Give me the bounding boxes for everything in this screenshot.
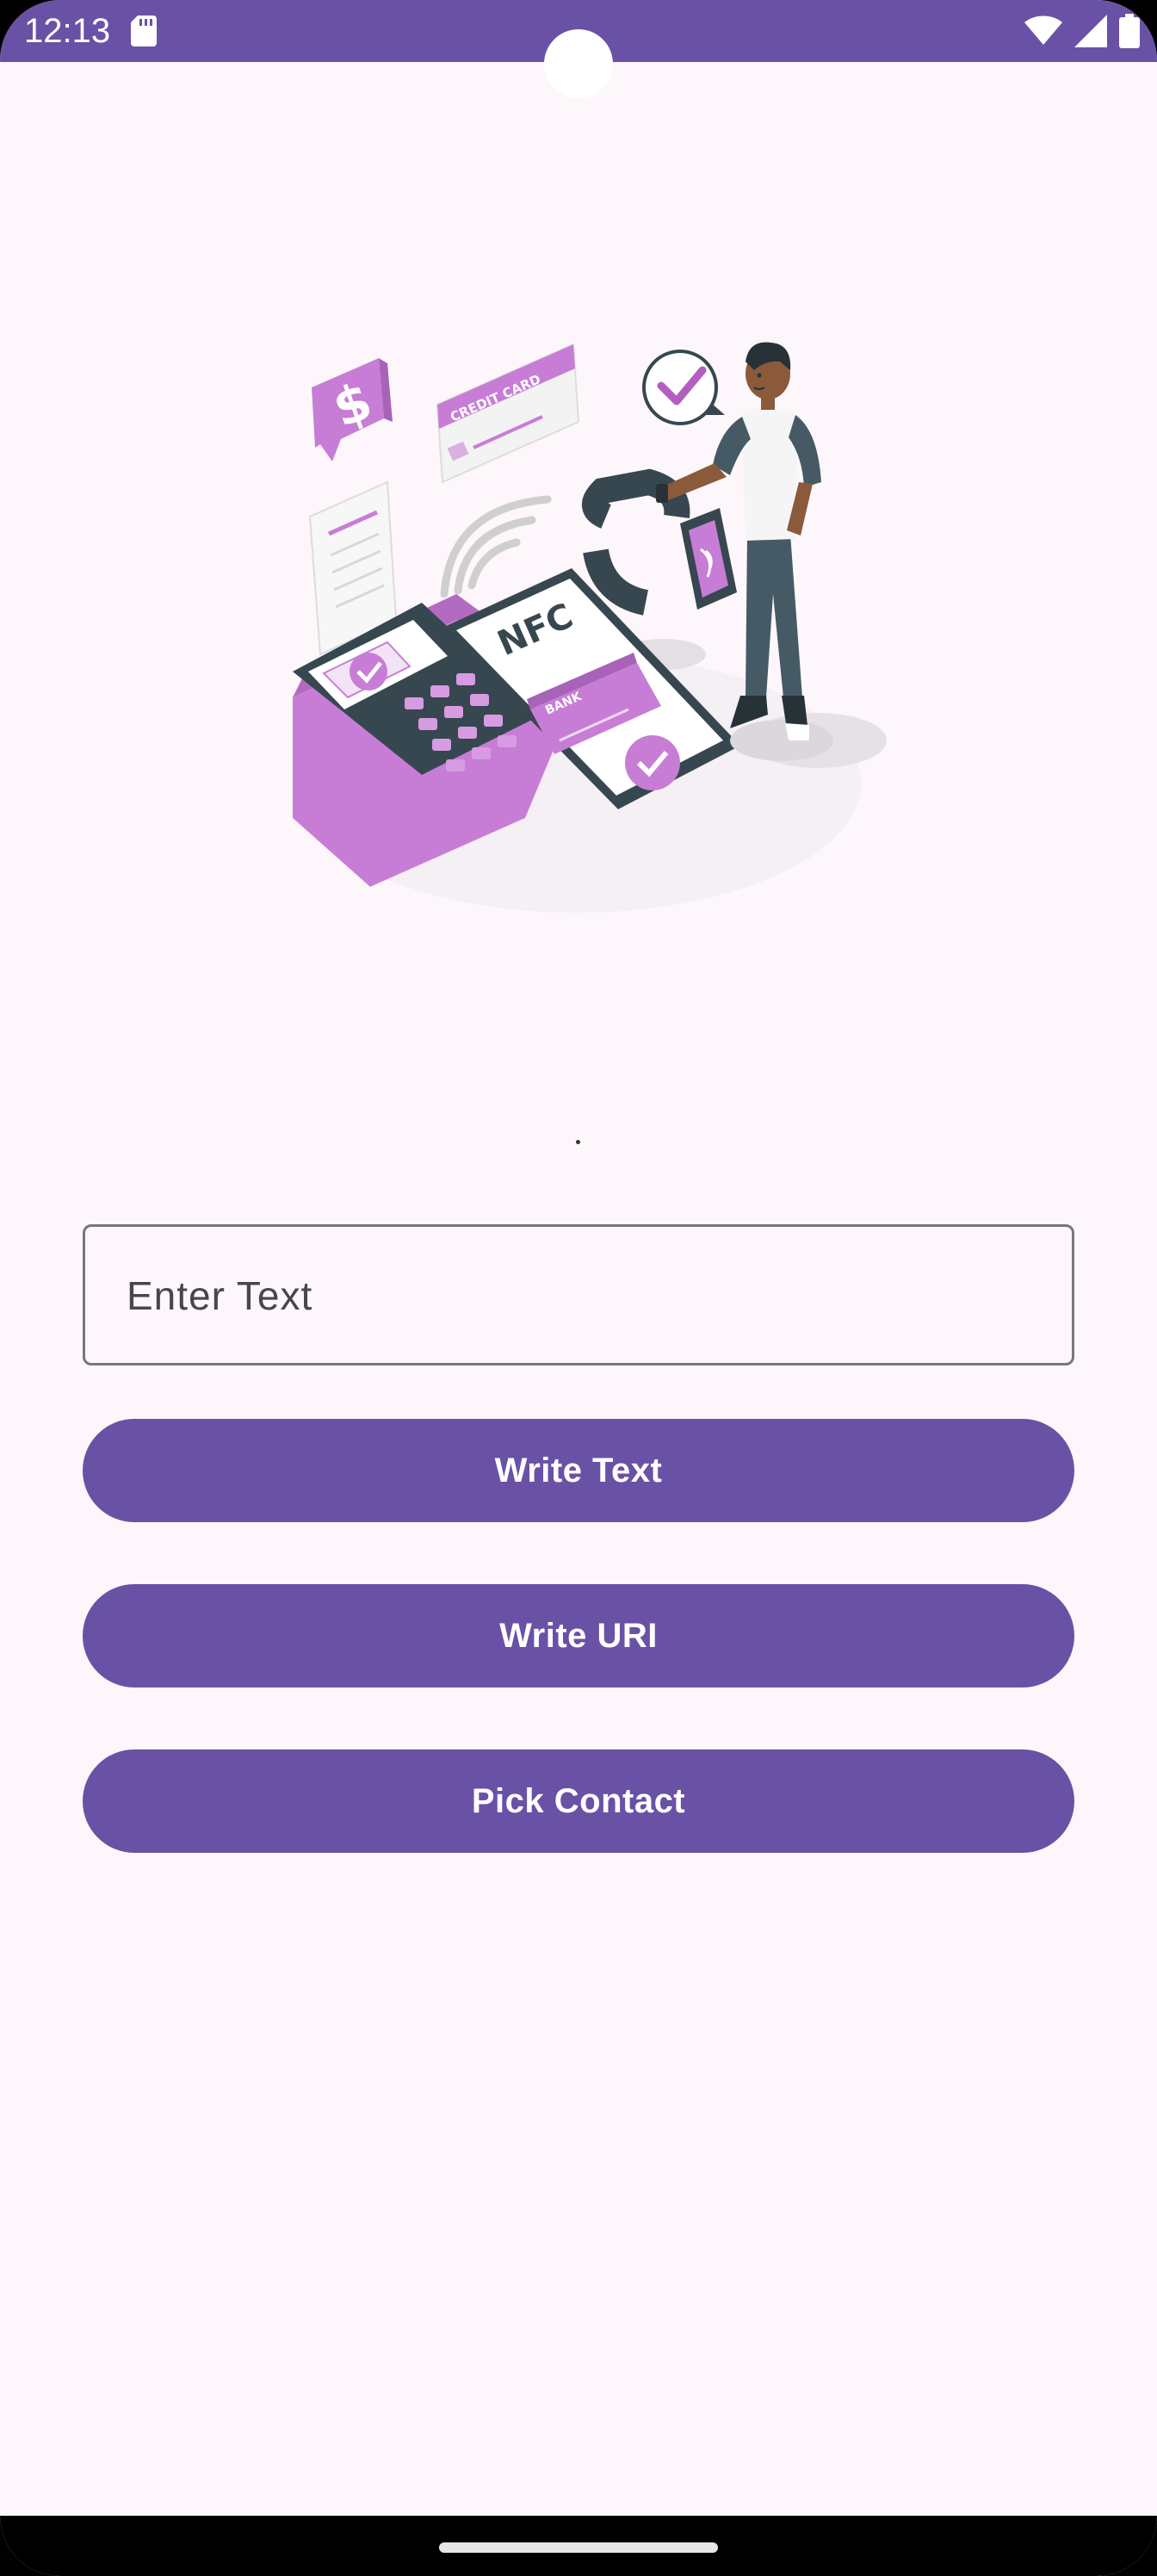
sd-card-icon bbox=[131, 15, 157, 46]
battery-icon bbox=[1119, 14, 1140, 48]
write-uri-button[interactable]: Write URI bbox=[83, 1584, 1074, 1687]
nfc-waves-icon bbox=[440, 495, 552, 598]
enter-text-field[interactable]: Enter Text bbox=[83, 1224, 1074, 1365]
wifi-icon bbox=[1024, 15, 1062, 45]
home-indicator[interactable] bbox=[439, 2542, 718, 2553]
enter-text-placeholder: Enter Text bbox=[127, 1273, 313, 1318]
pick-contact-button[interactable]: Pick Contact bbox=[83, 1749, 1074, 1853]
dollar-tag-icon: $ bbox=[312, 358, 393, 461]
credit-card-icon: CREDIT CARD bbox=[436, 343, 580, 484]
status-time: 12:13 bbox=[24, 12, 111, 50]
write-text-button[interactable]: Write Text bbox=[83, 1419, 1074, 1522]
nfc-payment-illustration: $ CREDIT CARD NFC BANK bbox=[293, 342, 887, 913]
status-dot bbox=[576, 1140, 580, 1144]
app-screen: 12:13 $ CREDIT CARD NFC BANK Enter Text … bbox=[0, 0, 1157, 2576]
signal-icon bbox=[1074, 15, 1107, 47]
status-icons bbox=[1024, 14, 1140, 48]
camera-cutout bbox=[544, 29, 613, 98]
check-bubble-icon bbox=[642, 350, 725, 425]
